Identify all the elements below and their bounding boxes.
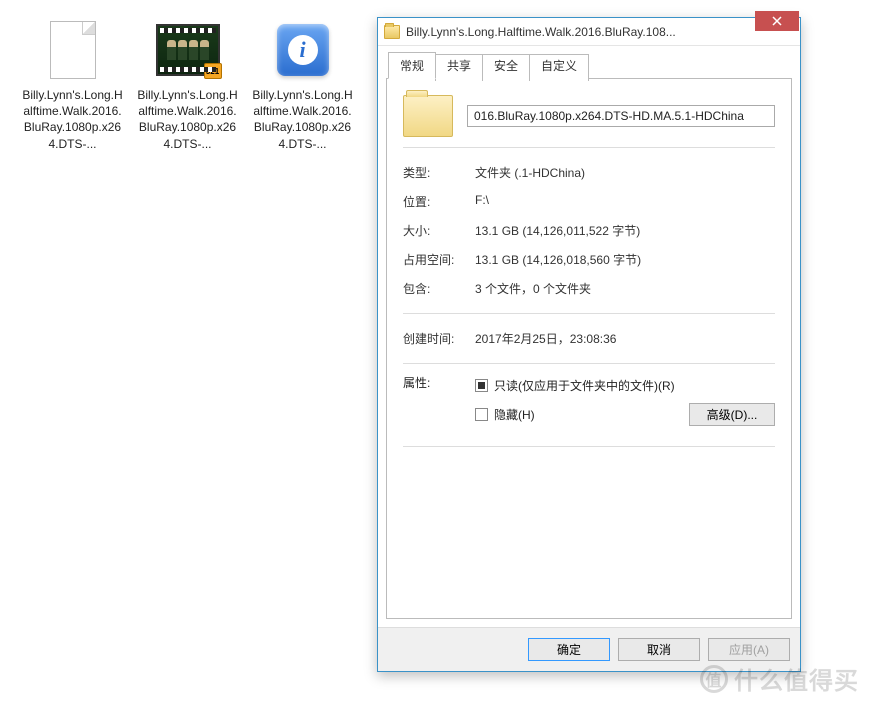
folder-large-icon xyxy=(403,95,453,137)
label-readonly: 只读(仅应用于文件夹中的文件)(R) xyxy=(494,377,675,394)
file-label: Billy.Lynn's.Long.Halftime.Walk.2016.Blu… xyxy=(20,87,125,152)
video-icon: 321 xyxy=(148,15,228,85)
divider xyxy=(403,313,775,314)
document-icon xyxy=(33,15,113,85)
label-ondisk: 占用空间: xyxy=(403,251,475,268)
value-location: F:\ xyxy=(475,193,775,210)
close-button[interactable] xyxy=(755,11,799,31)
folder-name-input[interactable]: 016.BluRay.1080p.x264.DTS-HD.MA.5.1-HDCh… xyxy=(467,105,775,127)
tab-security[interactable]: 安全 xyxy=(482,54,530,81)
watermark-text: 什么值得买 xyxy=(734,661,859,696)
label-contains: 包含: xyxy=(403,280,475,297)
video-badge: 321 xyxy=(204,63,222,79)
label-size: 大小: xyxy=(403,222,475,239)
tab-general[interactable]: 常规 xyxy=(388,52,436,79)
titlebar[interactable]: Billy.Lynn's.Long.Halftime.Walk.2016.Blu… xyxy=(378,18,800,46)
file-item-info[interactable]: i Billy.Lynn's.Long.Halftime.Walk.2016.B… xyxy=(250,15,355,152)
checkbox-readonly[interactable] xyxy=(475,379,488,392)
watermark: 值 值 什么值得买 什么值得买 xyxy=(700,661,859,696)
advanced-button[interactable]: 高级(D)... xyxy=(689,403,775,426)
cancel-button[interactable]: 取消 xyxy=(618,638,700,661)
file-item-doc[interactable]: Billy.Lynn's.Long.Halftime.Walk.2016.Blu… xyxy=(20,15,125,152)
divider xyxy=(403,446,775,447)
divider xyxy=(403,147,775,148)
ok-button[interactable]: 确定 xyxy=(528,638,610,661)
tabs: 常规 共享 安全 自定义 xyxy=(378,46,800,79)
label-attributes: 属性: xyxy=(403,374,475,426)
info-icon: i xyxy=(263,15,343,85)
label-type: 类型: xyxy=(403,164,475,181)
tab-sharing[interactable]: 共享 xyxy=(435,54,483,81)
window-title: Billy.Lynn's.Long.Halftime.Walk.2016.Blu… xyxy=(406,25,755,39)
value-type: 文件夹 (.1-HDChina) xyxy=(475,164,775,181)
file-label: Billy.Lynn's.Long.Halftime.Walk.2016.Blu… xyxy=(250,87,355,152)
file-label: Billy.Lynn's.Long.Halftime.Walk.2016.Blu… xyxy=(135,87,240,152)
checkbox-hidden[interactable] xyxy=(475,408,488,421)
value-created: 2017年2月25日，23:08:36 xyxy=(475,330,775,347)
desktop-area: Billy.Lynn's.Long.Halftime.Walk.2016.Blu… xyxy=(20,15,355,152)
close-icon xyxy=(772,16,782,26)
value-size: 13.1 GB (14,126,011,522 字节) xyxy=(475,222,775,239)
label-hidden: 隐藏(H) xyxy=(494,406,535,423)
label-location: 位置: xyxy=(403,193,475,210)
folder-icon xyxy=(384,25,400,39)
panel-general: 016.BluRay.1080p.x264.DTS-HD.MA.5.1-HDCh… xyxy=(386,79,792,619)
value-ondisk: 13.1 GB (14,126,018,560 字节) xyxy=(475,251,775,268)
apply-button[interactable]: 应用(A) xyxy=(708,638,790,661)
watermark-icon: 值 xyxy=(700,665,728,693)
file-item-video[interactable]: 321 Billy.Lynn's.Long.Halftime.Walk.2016… xyxy=(135,15,240,152)
properties-dialog: Billy.Lynn's.Long.Halftime.Walk.2016.Blu… xyxy=(377,17,801,672)
tab-customize[interactable]: 自定义 xyxy=(529,54,589,81)
label-created: 创建时间: xyxy=(403,330,475,347)
value-contains: 3 个文件，0 个文件夹 xyxy=(475,280,775,297)
divider xyxy=(403,363,775,364)
